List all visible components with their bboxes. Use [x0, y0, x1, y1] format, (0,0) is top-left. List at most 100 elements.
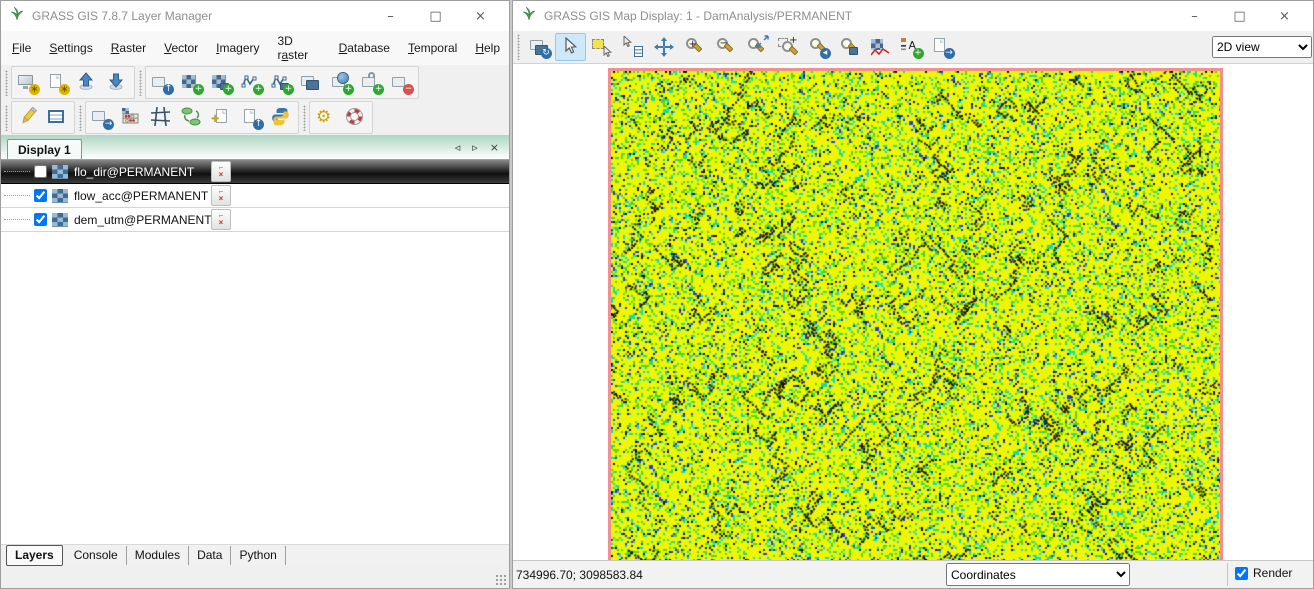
tab-close-icon[interactable]: × — [490, 141, 499, 154]
add-multiple-layers-button[interactable]: ↑ — [147, 68, 177, 97]
tab-scroll-right-icon[interactable]: ▹ — [472, 141, 478, 154]
zoom-to-selected-map-button[interactable] — [741, 33, 772, 61]
layer-row-flo_dir[interactable]: flo_dir@PERMANENT⌐× — [1, 160, 509, 184]
layer-row-dem_utm[interactable]: dem_utm@PERMANENT⌐× — [1, 208, 509, 232]
menu-3d-raster[interactable]: 3D raster — [268, 31, 329, 65]
query-raster-vector-button[interactable] — [617, 33, 648, 61]
toolbar-grip[interactable] — [79, 105, 82, 131]
layer-manager-titlebar[interactable]: GRASS GIS 7.8.7 Layer Manager – □ × — [1, 1, 509, 31]
add-various-vector-layers-button[interactable]: + — [267, 68, 297, 97]
tab-scroll-left-icon[interactable]: ◃ — [455, 141, 461, 154]
save-display-to-file-button[interactable]: → — [927, 33, 958, 61]
add-vector-button[interactable]: + — [237, 68, 267, 97]
bottom-tab-modules[interactable]: Modules — [127, 546, 189, 565]
menu-imagery[interactable]: Imagery — [207, 38, 268, 58]
toolbar-group: ↑++++++− — [145, 66, 419, 99]
gui-settings-button[interactable]: ⚙ — [311, 103, 341, 132]
menu-database[interactable]: Database — [330, 38, 399, 58]
toolbar-grip[interactable] — [5, 70, 8, 96]
python-shell-button[interactable] — [267, 103, 297, 132]
minimize-button[interactable]: – — [368, 9, 413, 24]
zoom-to-selected-map-icon — [746, 36, 768, 58]
layer-row-button[interactable]: ⌐× — [211, 185, 231, 206]
statusbar-mode-select[interactable]: Coordinates — [946, 563, 1130, 586]
bottom-tab-layers[interactable]: Layers — [6, 545, 63, 566]
zoom-out-button[interactable]: − — [710, 33, 741, 61]
layer-manager-title: GRASS GIS 7.8.7 Layer Manager — [32, 9, 212, 23]
layer-visibility-checkbox[interactable] — [34, 189, 47, 202]
map-display-titlebar[interactable]: GRASS GIS Map Display: 1 - DamAnalysis/P… — [513, 1, 1313, 31]
various-zoom-options-button[interactable] — [834, 33, 865, 61]
open-workspace-button[interactable] — [73, 68, 103, 97]
menu-temporal[interactable]: Temporal — [399, 38, 466, 58]
import-data-button[interactable]: → — [87, 103, 117, 132]
raster-map-calculator-button[interactable] — [117, 103, 147, 132]
toolbar-group: ⚙ — [309, 101, 373, 134]
pointer-button[interactable] — [555, 33, 586, 61]
render-label: Render — [1253, 566, 1292, 580]
add-various-raster-layers-button[interactable]: + — [207, 68, 237, 97]
help-button[interactable] — [341, 103, 371, 132]
edit-script-button[interactable]: ✚ — [207, 103, 237, 132]
raster-map-canvas[interactable] — [611, 71, 1220, 560]
maximize-button[interactable]: □ — [1217, 9, 1262, 24]
remove-layer-icon: − — [391, 72, 413, 94]
layer-visibility-checkbox[interactable] — [34, 165, 47, 178]
resize-grip[interactable] — [495, 574, 506, 585]
start-new-map-display-button[interactable]: ∗ — [13, 68, 43, 97]
add-map-elements-button[interactable]: A+ — [896, 33, 927, 61]
layer-row-button[interactable]: ⌐× — [211, 209, 231, 230]
pan-button[interactable] — [648, 33, 679, 61]
toolbar-group: ∗∗ — [11, 66, 135, 99]
georectify-button[interactable] — [147, 103, 177, 132]
toolbar-grip[interactable] — [517, 34, 520, 60]
map-canvas-area[interactable] — [513, 63, 1313, 560]
menu-vector[interactable]: Vector — [155, 38, 207, 58]
zoom-out-icon: − — [715, 36, 737, 58]
bottom-tab-console[interactable]: Console — [66, 546, 127, 565]
create-new-workspace-button[interactable]: ∗ — [43, 68, 73, 97]
analyze-map-button[interactable] — [865, 33, 896, 61]
bottom-tab-python[interactable]: Python — [231, 546, 285, 565]
add-overlays-button[interactable]: + — [357, 68, 387, 97]
add-raster-button[interactable]: + — [177, 68, 207, 97]
return-to-previous-zoom-button[interactable]: ◂ — [803, 33, 834, 61]
show-attribute-table-button[interactable] — [43, 103, 73, 132]
remove-layer-button[interactable]: − — [387, 68, 417, 97]
zoom-in-button[interactable]: + — [679, 33, 710, 61]
render-and-display-map-button[interactable]: ↻ — [524, 33, 555, 61]
layer-row-flow_acc[interactable]: flow_acc@PERMANENT⌐× — [1, 184, 509, 208]
graphical-modeler-button[interactable] — [177, 103, 207, 132]
add-web-service-layers-button[interactable]: + — [327, 68, 357, 97]
menu-help[interactable]: Help — [466, 38, 509, 58]
render-checkbox[interactable] — [1235, 567, 1248, 580]
bottom-tab-data[interactable]: Data — [189, 546, 231, 565]
tab-display-1[interactable]: Display 1 — [7, 139, 82, 159]
layer-visibility-checkbox[interactable] — [34, 213, 47, 226]
maximize-button[interactable]: □ — [413, 9, 458, 24]
import-data-icon: → — [91, 107, 113, 129]
add-map-elements-icon: A+ — [901, 36, 923, 58]
menu-settings[interactable]: Settings — [40, 38, 101, 58]
close-button[interactable]: × — [458, 9, 503, 24]
select-features-icon — [591, 36, 613, 58]
menu-file[interactable]: File — [3, 38, 40, 58]
launch-script-button[interactable]: ↑ — [237, 103, 267, 132]
zoom-to-region-button[interactable]: + — [772, 33, 803, 61]
save-workspace-icon — [107, 72, 129, 94]
layer-row-button[interactable]: ⌐× — [211, 161, 231, 182]
close-button[interactable]: × — [1262, 9, 1307, 24]
save-workspace-button[interactable] — [103, 68, 133, 97]
select-features-button[interactable] — [586, 33, 617, 61]
layer-name: flow_acc@PERMANENT — [74, 189, 208, 203]
edit-vector-attributes-button[interactable] — [13, 103, 43, 132]
add-group-button[interactable] — [297, 68, 327, 97]
view-mode-select[interactable]: 2D view — [1212, 36, 1312, 58]
toolbar-grip[interactable] — [139, 70, 142, 96]
various-zoom-options-icon — [839, 36, 861, 58]
toolbar-grip[interactable] — [303, 105, 306, 131]
menu-raster[interactable]: Raster — [102, 38, 155, 58]
render-toggle[interactable]: Render — [1235, 566, 1292, 580]
minimize-button[interactable]: – — [1172, 9, 1217, 24]
toolbar-grip[interactable] — [5, 105, 8, 131]
